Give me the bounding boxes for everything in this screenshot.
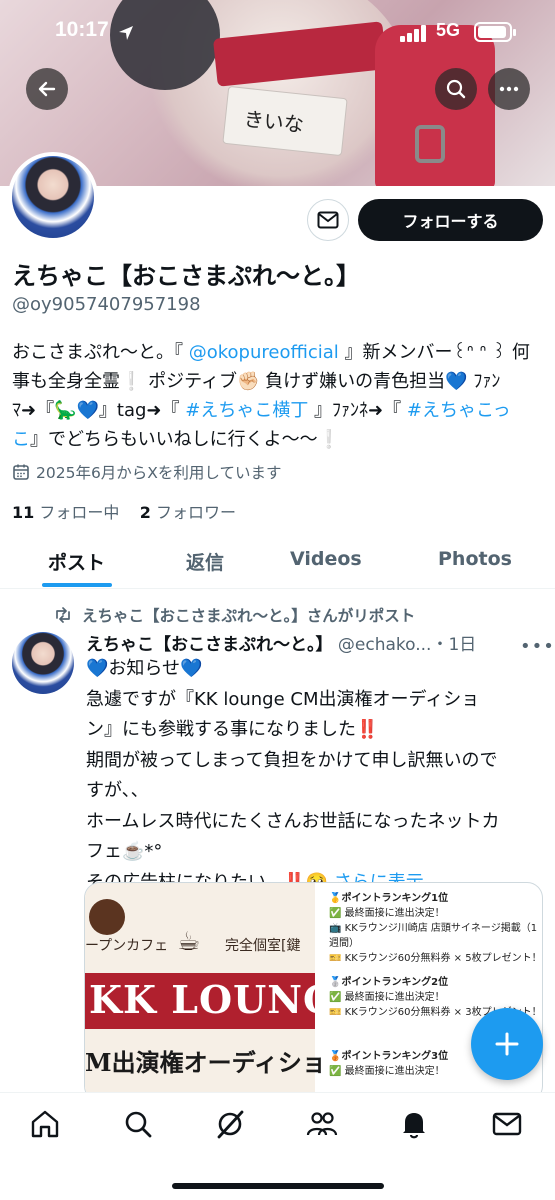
coffee-cup-icon: ☕ [177,927,201,957]
following-count: 11 [12,503,35,522]
home-icon[interactable] [28,1107,62,1141]
back-arrow-icon [38,81,56,97]
search-icon [446,79,466,99]
back-button[interactable] [26,68,68,110]
compose-post-button[interactable] [471,1008,543,1080]
mail-icon [317,211,339,229]
tab-replies[interactable]: 返信 [186,548,224,575]
explore-search-icon[interactable] [121,1107,155,1141]
joined-date: 2025年6月からXを利用しています [12,461,281,483]
active-tab-indicator [42,583,112,587]
calendar-icon [13,464,29,480]
bio-line: 事も全身全霊❕ ポジティブ✊🏻 負けず嫌いの青色担当💙 ﾌｧﾝ [12,371,501,392]
status-bar: 10:17 5G [0,14,555,54]
messages-mail-icon[interactable] [490,1107,524,1141]
bio-line: ﾏ➜『🦕💙』tag➜『 #えちゃこ横丁 』ﾌｧﾝﾈ➜『 #えちゃこっ [12,400,511,421]
more-options-button[interactable] [488,68,530,110]
post-handle-time: @echako...・1日 [337,635,477,655]
home-indicator [172,1183,384,1189]
tab-photos[interactable]: Photos [438,548,512,570]
post-body[interactable]: 💙お知らせ💙 急遽ですが『KK lounge CM出演権オーディショ ン』にも参… [86,654,541,898]
post-line: 💙お知らせ💙 [86,658,203,679]
post-line: 期間が被ってしまって負担をかけて申し訳無いので [86,749,498,771]
tab-posts[interactable]: ポスト [48,548,105,575]
post-author-avatar[interactable] [12,632,74,694]
followers-link[interactable]: 2 フォロワー [140,503,236,522]
bio-line: こ』でどちらもいいねしに行くよ〜〜❕ [12,429,341,450]
bio-line: おこさまぷれ〜と。『 @okopureofficial 』新メンバー꒰ᐢ ᐢ ꒱… [12,342,530,363]
repost-indicator[interactable]: えちゃこ【おこさまぷれ〜と。】さんがリポスト [54,604,415,626]
network-type: 5G [436,20,461,40]
profile-tabs: ポスト 返信 Videos Photos [0,535,555,589]
post-line: フェ☕️*° [86,841,163,862]
media-brand-band: KK LOUNGE [85,973,365,1029]
hashtag-link[interactable]: こ [12,429,30,450]
communities-icon[interactable] [305,1107,339,1141]
hashtag-link[interactable]: #えちゃこ横丁 [185,400,308,421]
media-left-panel: ープンカフェ ☕ 完全個室[鍵 KK LOUNGE M出演権オーディショ [85,883,365,1101]
location-arrow-icon [119,26,133,40]
mention-link[interactable]: @okopureofficial [189,342,339,363]
follow-stats: 11 フォロー中 2 フォロワー [12,499,236,523]
media-audition-text: M出演権オーディショ [85,1048,326,1077]
post-author-name[interactable]: えちゃこ【おこさまぷれ〜と。】 [86,635,333,655]
banner-name-tag: きいな [222,85,348,157]
media-cafe-text: ープンカフェ [85,938,169,954]
followers-count: 2 [139,503,151,522]
post-line: ン』にも参戦する事になりました‼️ [86,719,379,740]
hashtag-link[interactable]: #えちゃこっ [407,400,511,421]
profile-bio: おこさまぷれ〜と。『 @okopureofficial 』新メンバー꒰ᐢ ᐢ ꒱… [12,338,544,454]
search-button[interactable] [435,68,477,110]
banner-tag-text: きいな [242,106,305,137]
post-line: 急遽ですが『KK lounge CM出演権オーディショ [86,688,480,710]
media-room-text: 完全個室[鍵 [225,938,301,954]
status-time: 10:17 [55,18,109,41]
follow-button[interactable]: フォローする [358,199,543,241]
following-label: フォロー中 [39,503,120,522]
plus-icon [495,1032,519,1056]
grok-icon[interactable] [213,1107,247,1141]
profile-handle: @oy9057407957198 [12,294,201,315]
ranking-block: 🥉ポイントランキング3位 ✅ 最終面接に進出決定！ [329,1051,449,1077]
post-header: えちゃこ【おこさまぷれ〜と。】 @echako...・1日 [86,630,476,655]
more-horizontal-icon [499,86,519,92]
post-line: ホームレス時代にたくさんお世話になったネットカ [86,810,500,832]
joined-text: 2025年6月からXを利用しています [36,464,282,482]
profile-avatar[interactable] [8,152,98,242]
coffee-bean-graphic [89,899,125,935]
followers-label: フォロワー [155,503,236,522]
repost-text: えちゃこ【おこさまぷれ〜と。】さんがリポスト [82,607,416,625]
notifications-bell-icon[interactable] [397,1107,431,1141]
repost-icon [56,607,70,623]
profile-display-name: えちゃこ【おこさまぷれ〜と。】 [12,262,360,290]
tab-videos[interactable]: Videos [290,548,362,570]
battery-icon [474,22,516,42]
message-button[interactable] [307,199,349,241]
following-link[interactable]: 11 フォロー中 [12,503,119,522]
post-media-image[interactable]: ープンカフェ ☕ 完全個室[鍵 KK LOUNGE M出演権オーディショ 🥇ポイ… [84,882,543,1102]
post-line: すが、、 [86,780,149,801]
signal-icon [400,24,430,42]
ranking-block: 🥇ポイントランキング1位 ✅ 最終面接に進出決定！ 📺 KKラウンジ川崎店 店頭… [329,893,542,964]
